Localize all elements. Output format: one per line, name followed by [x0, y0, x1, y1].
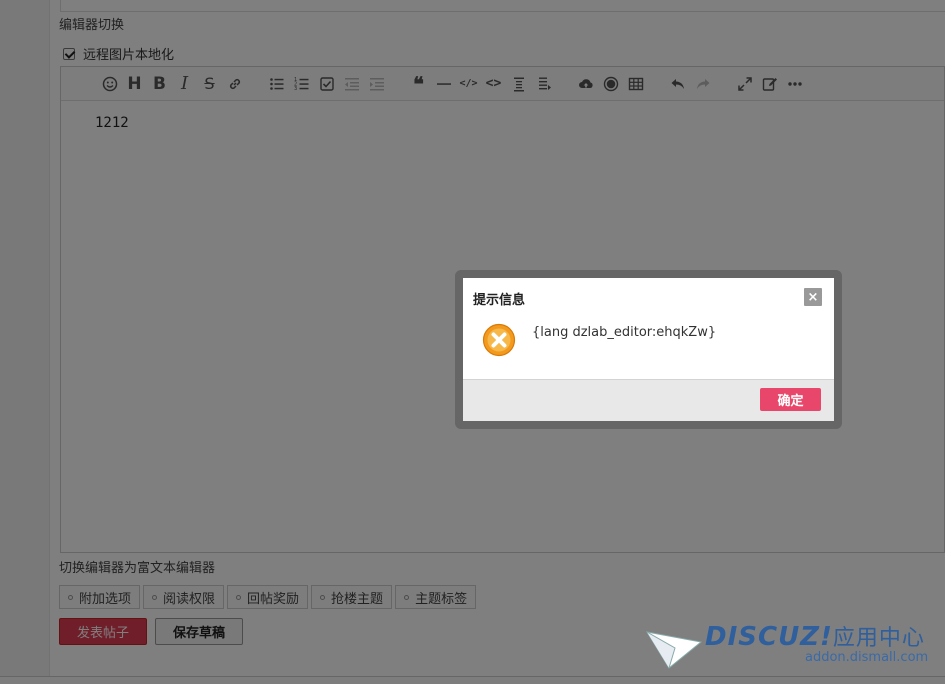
watermark-suffix: 应用中心 [832, 626, 925, 651]
alert-dialog: 提示信息 × {lang dzlab_editor:ehqkZw} 确定 [463, 278, 834, 421]
watermark-brand-text: DISCUZ! [705, 622, 833, 652]
watermark-url: addon.dismall.com [805, 650, 929, 665]
dialog-message: {lang dzlab_editor:ehqkZw} [532, 325, 717, 340]
confirm-button[interactable]: 确定 [760, 388, 821, 411]
paper-plane-icon [645, 631, 703, 669]
dialog-frame: 提示信息 × {lang dzlab_editor:ehqkZw} 确定 [455, 270, 842, 429]
watermark: DISCUZ!应用中心 addon.dismall.com [645, 616, 935, 676]
close-icon[interactable]: × [804, 288, 822, 306]
error-icon [482, 323, 516, 357]
watermark-brand: DISCUZ!应用中心 [705, 620, 925, 652]
dialog-footer: 确定 [463, 379, 834, 421]
dialog-title: 提示信息 [473, 293, 526, 308]
